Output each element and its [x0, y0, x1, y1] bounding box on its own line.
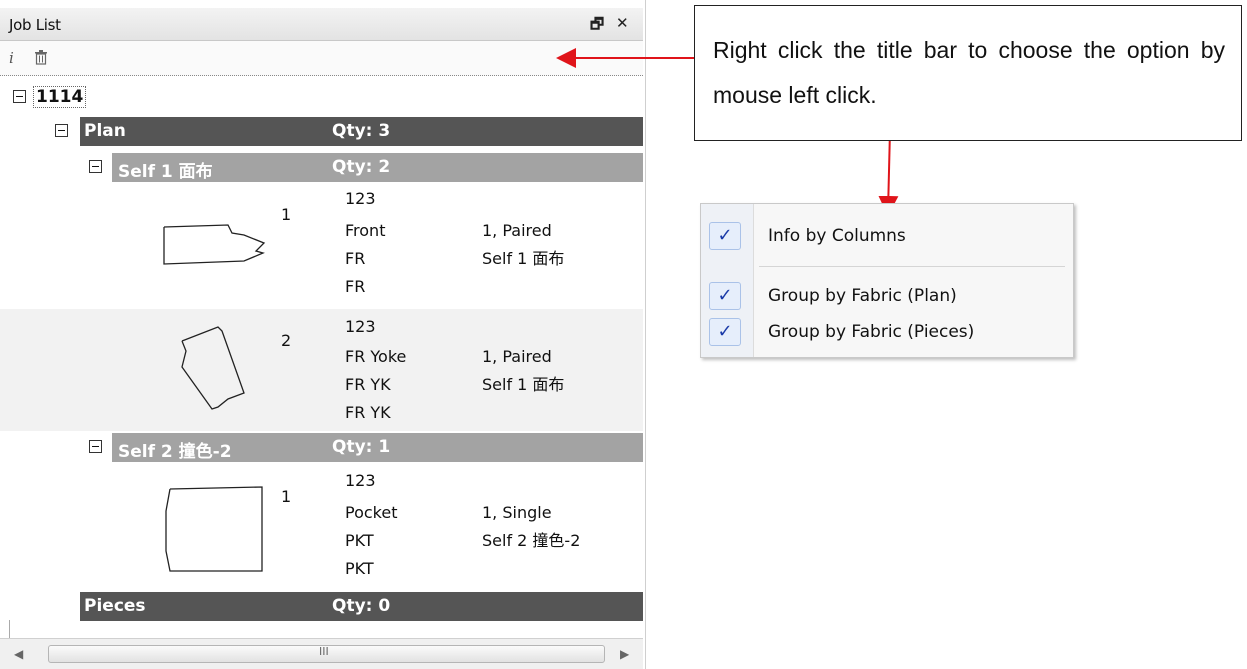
annotation-callout: Right click the title bar to choose the …	[694, 5, 1242, 141]
menu-item-info-by-columns[interactable]: ✓ Info by Columns	[701, 218, 1073, 252]
menu-item-group-by-fabric-plan[interactable]: ✓ Group by Fabric (Plan)	[701, 278, 1073, 312]
callout-text: Right click the title bar to choose the …	[713, 37, 1225, 108]
menu-item-label: Group by Fabric (Pieces)	[768, 322, 975, 342]
menu-item-group-by-fabric-pieces[interactable]: ✓ Group by Fabric (Pieces)	[701, 314, 1073, 348]
arrow-to-menu	[878, 129, 899, 216]
menu-item-label: Info by Columns	[768, 226, 906, 246]
context-menu: ✓ Info by Columns ✓ Group by Fabric (Pla…	[700, 203, 1074, 358]
check-icon: ✓	[709, 318, 741, 346]
menu-separator	[759, 266, 1065, 267]
check-icon: ✓	[709, 282, 741, 310]
check-icon: ✓	[709, 222, 741, 250]
menu-item-label: Group by Fabric (Plan)	[768, 286, 957, 306]
